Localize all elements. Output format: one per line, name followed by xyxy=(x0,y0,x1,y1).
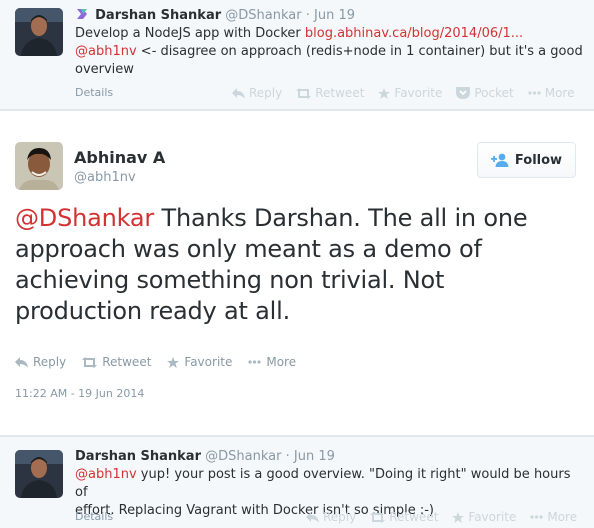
follow-button[interactable]: Follow xyxy=(477,142,576,178)
tweet-link[interactable]: blog.abhinav.ca/blog/2014/06/1... xyxy=(305,26,523,41)
favorite-button[interactable]: Favorite xyxy=(167,355,232,369)
tweet-text: Develop a NodeJS app with Docker blog.ab… xyxy=(75,26,583,77)
mention-link[interactable]: @abh1nv xyxy=(75,44,137,59)
favorite-button[interactable]: Favorite xyxy=(452,510,516,524)
tweet-timestamp[interactable]: 11:22 AM - 19 Jun 2014 xyxy=(15,387,144,400)
darshan-avatar[interactable] xyxy=(15,8,63,56)
abhinav-avatar[interactable] xyxy=(15,142,63,190)
ellipsis-icon xyxy=(248,360,261,364)
more-button[interactable]: More xyxy=(530,510,577,524)
tweet-header: Darshan Shankar @DShankar · Jun 19 xyxy=(75,449,335,464)
star-icon xyxy=(167,356,180,368)
ellipsis-icon xyxy=(528,91,541,95)
retweet-icon xyxy=(296,87,312,99)
reply-icon xyxy=(232,87,245,99)
author-handle[interactable]: @DShankar xyxy=(205,449,281,464)
author-name[interactable]: Darshan Shankar xyxy=(75,449,201,464)
star-icon xyxy=(378,87,391,99)
retweet-button[interactable]: Retweet xyxy=(82,355,151,369)
darshan-avatar[interactable] xyxy=(15,450,63,498)
favorite-button[interactable]: Favorite xyxy=(378,86,442,100)
tweet-date[interactable]: Jun 19 xyxy=(314,8,355,23)
reply-icon xyxy=(306,511,319,523)
ellipsis-icon xyxy=(530,515,543,519)
more-button[interactable]: More xyxy=(528,86,574,100)
tweet-actions: Reply Retweet Favorite More xyxy=(15,355,312,369)
tweet-date[interactable]: Jun 19 xyxy=(294,449,335,464)
reply-button[interactable]: Reply xyxy=(306,510,356,524)
tweet-actions: Reply Retweet Favorite More xyxy=(306,510,591,524)
retweet-button[interactable]: Retweet xyxy=(296,86,364,100)
tweet-text: @DShankar Thanks Darshan. The all in one… xyxy=(15,204,528,325)
mention-link[interactable]: @DShankar xyxy=(15,204,154,232)
tweet-actions: Reply Retweet Favorite Pocket More xyxy=(232,86,588,100)
tweet-header: Darshan Shankar @DShankar · Jun 19 xyxy=(75,7,355,25)
author-name[interactable]: Abhinav A xyxy=(74,148,165,167)
retweet-button[interactable]: Retweet xyxy=(370,510,438,524)
mention-link[interactable]: @abh1nv xyxy=(75,467,137,482)
star-icon xyxy=(452,511,465,523)
reply-button[interactable]: Reply xyxy=(232,86,282,100)
app-source-icon xyxy=(77,9,87,19)
author-name[interactable]: Darshan Shankar xyxy=(95,8,221,23)
pocket-icon xyxy=(456,87,471,99)
follow-label: Follow xyxy=(514,152,563,168)
details-link[interactable]: Details xyxy=(75,86,113,99)
more-button[interactable]: More xyxy=(248,355,296,369)
reply-button[interactable]: Reply xyxy=(15,355,66,369)
reply-icon xyxy=(15,356,28,368)
retweet-icon xyxy=(82,356,98,368)
author-handle[interactable]: @abh1nv xyxy=(74,170,136,185)
details-link[interactable]: Details xyxy=(75,510,113,523)
author-handle[interactable]: @DShankar xyxy=(225,8,301,23)
pocket-button[interactable]: Pocket xyxy=(456,86,514,100)
follow-user-icon xyxy=(490,153,509,167)
retweet-icon xyxy=(370,511,386,523)
